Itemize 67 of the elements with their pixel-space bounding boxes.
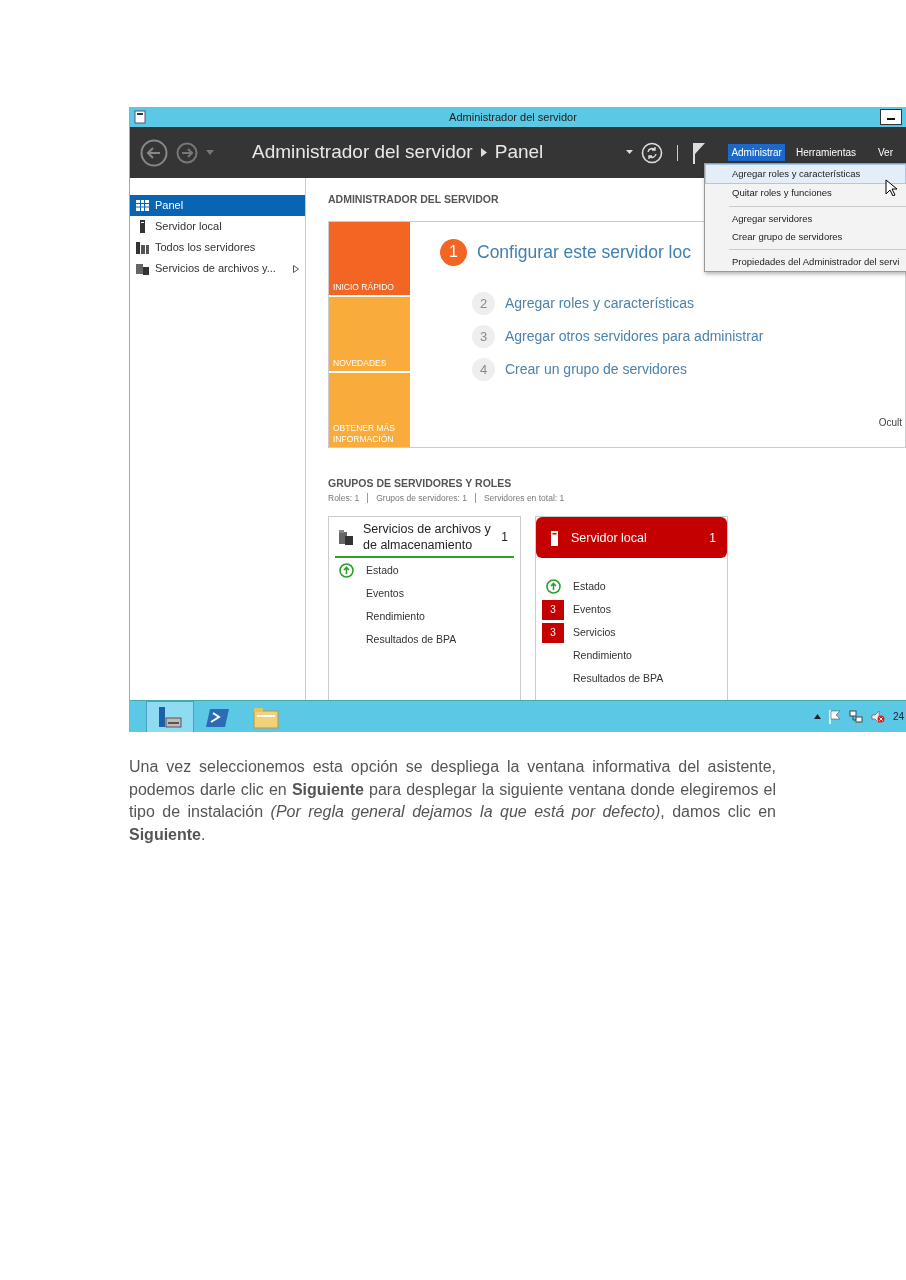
card-link[interactable]: Estado bbox=[573, 578, 606, 595]
sidebar-item[interactable]: Todos los servidores bbox=[130, 237, 305, 258]
refresh-icon[interactable] bbox=[641, 141, 664, 164]
count-badge: 3 bbox=[542, 599, 564, 620]
forward-icon[interactable] bbox=[176, 141, 198, 164]
flag-icon[interactable] bbox=[692, 141, 707, 164]
card-link[interactable]: Resultados de BPA bbox=[366, 631, 457, 648]
step-number: 2 bbox=[472, 291, 495, 315]
expand-icon[interactable] bbox=[293, 264, 299, 273]
section-heading: GRUPOS DE SERVIDORES Y ROLES bbox=[328, 475, 512, 491]
menu-item[interactable]: Herramientas bbox=[792, 144, 859, 161]
app-icon bbox=[134, 110, 146, 124]
server-icon bbox=[136, 241, 149, 254]
hide-link[interactable]: Ocult bbox=[878, 414, 902, 430]
menu-option[interactable]: Agregar roles y características bbox=[705, 164, 906, 185]
step-link[interactable]: Crear un grupo de servidores bbox=[505, 358, 688, 380]
network-icon[interactable] bbox=[848, 709, 863, 724]
menu-option[interactable]: Agregar servidores bbox=[705, 209, 906, 228]
card-title: Servidor local bbox=[571, 529, 648, 546]
card-link[interactable]: Eventos bbox=[366, 585, 404, 602]
caret-icon[interactable] bbox=[626, 150, 634, 155]
caret-up-icon[interactable] bbox=[813, 714, 821, 719]
card-link[interactable]: Resultados de BPA bbox=[573, 670, 664, 687]
group-card[interactable]: Servidor local 1 Estado 3 Eventos 3 Servicios Rendimiento Resultados de BPA bbox=[535, 516, 728, 700]
paragraph: Una vez seleccionemos esta opción se despliega la ventana informativa del asistente, podemos darle clic en Siguiente para desplegar la siguiente ventana donde elegiremos el tipo de instalación (Por regla general dejamos la que está por defecto), damos clic en Siguiente. bbox=[129, 757, 776, 845]
card-link[interactable]: Estado bbox=[366, 562, 399, 579]
card-link[interactable]: Rendimiento bbox=[573, 647, 632, 664]
section-heading: ADMINISTRADOR DEL SERVIDOR bbox=[328, 192, 499, 207]
step-link[interactable]: Agregar otros servidores para administrar bbox=[505, 325, 764, 347]
chevron-icon bbox=[480, 148, 487, 157]
sidebar-item[interactable]: Servidor local bbox=[130, 216, 305, 237]
card-link[interactable]: Servicios bbox=[573, 624, 616, 641]
card-header[interactable]: Servidor local 1 bbox=[536, 517, 727, 559]
summary-text: Servidores en total: 1 bbox=[483, 491, 565, 505]
summary-text: Roles: 1 bbox=[328, 491, 360, 505]
step-number: 3 bbox=[472, 324, 495, 348]
folder-icon bbox=[339, 528, 353, 545]
status-ok-icon bbox=[545, 579, 561, 595]
card-link[interactable]: Eventos bbox=[573, 601, 611, 618]
grid-icon bbox=[136, 199, 149, 212]
breadcrumb-item[interactable]: Administrador del servidor bbox=[252, 138, 473, 167]
card-title: Servicios de archivos y de almacenamiento bbox=[363, 520, 492, 553]
summary-text: Grupos de servidores: 1 bbox=[376, 491, 467, 505]
window-title: Administrador del servidor bbox=[448, 109, 578, 125]
menu-item[interactable]: Ver bbox=[875, 144, 896, 161]
step-number: 1 bbox=[440, 238, 467, 266]
sidebar-item[interactable]: Servicios de archivos y... bbox=[130, 258, 305, 279]
count-badge: 3 bbox=[542, 622, 564, 643]
card-link[interactable]: Rendimiento bbox=[366, 608, 425, 625]
status-ok-icon bbox=[338, 563, 354, 579]
card-count: 1 bbox=[501, 528, 508, 546]
clock-text[interactable]: 24 bbox=[892, 709, 904, 724]
volume-muted-icon[interactable] bbox=[870, 709, 885, 724]
menu-option[interactable]: Crear grupo de servidores bbox=[705, 227, 906, 246]
breadcrumb-item: Panel bbox=[494, 140, 544, 165]
step-link[interactable]: Configurar este servidor loc bbox=[477, 239, 691, 266]
menu-option[interactable]: Propiedades del Administrador del servi bbox=[705, 253, 906, 272]
step-link[interactable]: Agregar roles y características bbox=[505, 292, 695, 314]
server-icon bbox=[136, 262, 149, 275]
server-manager-icon[interactable] bbox=[157, 704, 183, 729]
menu-item[interactable]: Administrar bbox=[728, 144, 785, 161]
card-count: 1 bbox=[709, 529, 716, 547]
minimize-button[interactable] bbox=[880, 109, 902, 125]
cursor-icon bbox=[885, 179, 897, 196]
step-number: 4 bbox=[472, 357, 495, 381]
sidebar-item[interactable]: Panel bbox=[130, 195, 305, 216]
back-icon[interactable] bbox=[140, 138, 168, 167]
